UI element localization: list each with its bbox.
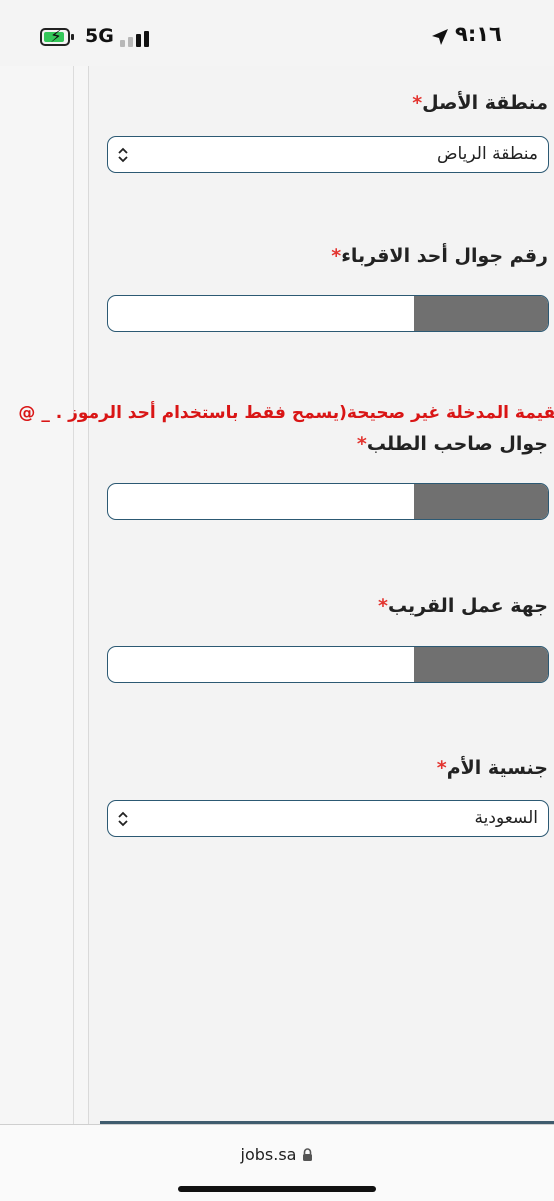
chevron-up-down-icon xyxy=(118,811,128,827)
location-arrow-icon xyxy=(432,29,448,45)
relative-employer-input[interactable] xyxy=(107,646,549,683)
error-message: القيمة المدخلة غير صحيحة(يسمح فقط باستخد… xyxy=(18,403,554,423)
relative-phone-label: رقم جوال أحد الاقرباء* xyxy=(331,245,548,267)
home-indicator xyxy=(178,1186,376,1192)
mother-nationality-label: جنسية الأم* xyxy=(436,757,548,779)
browser-address-bar[interactable]: jobs.sa xyxy=(0,1124,554,1201)
origin-region-value: منطقة الرياض xyxy=(436,144,538,164)
applicant-phone-input[interactable] xyxy=(107,483,549,520)
mother-nationality-value: السعودية xyxy=(474,808,538,828)
origin-region-label: منطقة الأصل* xyxy=(412,92,548,114)
battery-icon: ⚡ xyxy=(40,27,74,47)
signal-strength-icon xyxy=(120,29,154,47)
chevron-up-down-icon xyxy=(118,147,128,163)
relative-employer-label: جهة عمل القريب* xyxy=(378,595,548,617)
status-time: ٩:١٦ xyxy=(455,22,502,46)
applicant-phone-label: جوال صاحب الطلب* xyxy=(356,433,548,455)
status-bar: ⚡ 5G ٩:١٦ xyxy=(0,0,554,66)
url-display[interactable]: jobs.sa xyxy=(0,1145,554,1164)
redacted-value xyxy=(414,647,548,682)
redacted-value xyxy=(414,484,548,519)
lock-icon xyxy=(303,1148,313,1161)
sidebar xyxy=(0,66,89,1124)
relative-phone-input[interactable] xyxy=(107,295,549,332)
network-type: 5G xyxy=(85,25,114,47)
origin-region-select[interactable]: منطقة الرياض xyxy=(107,136,549,173)
redacted-value xyxy=(414,296,548,331)
mother-nationality-select[interactable]: السعودية xyxy=(107,800,549,837)
